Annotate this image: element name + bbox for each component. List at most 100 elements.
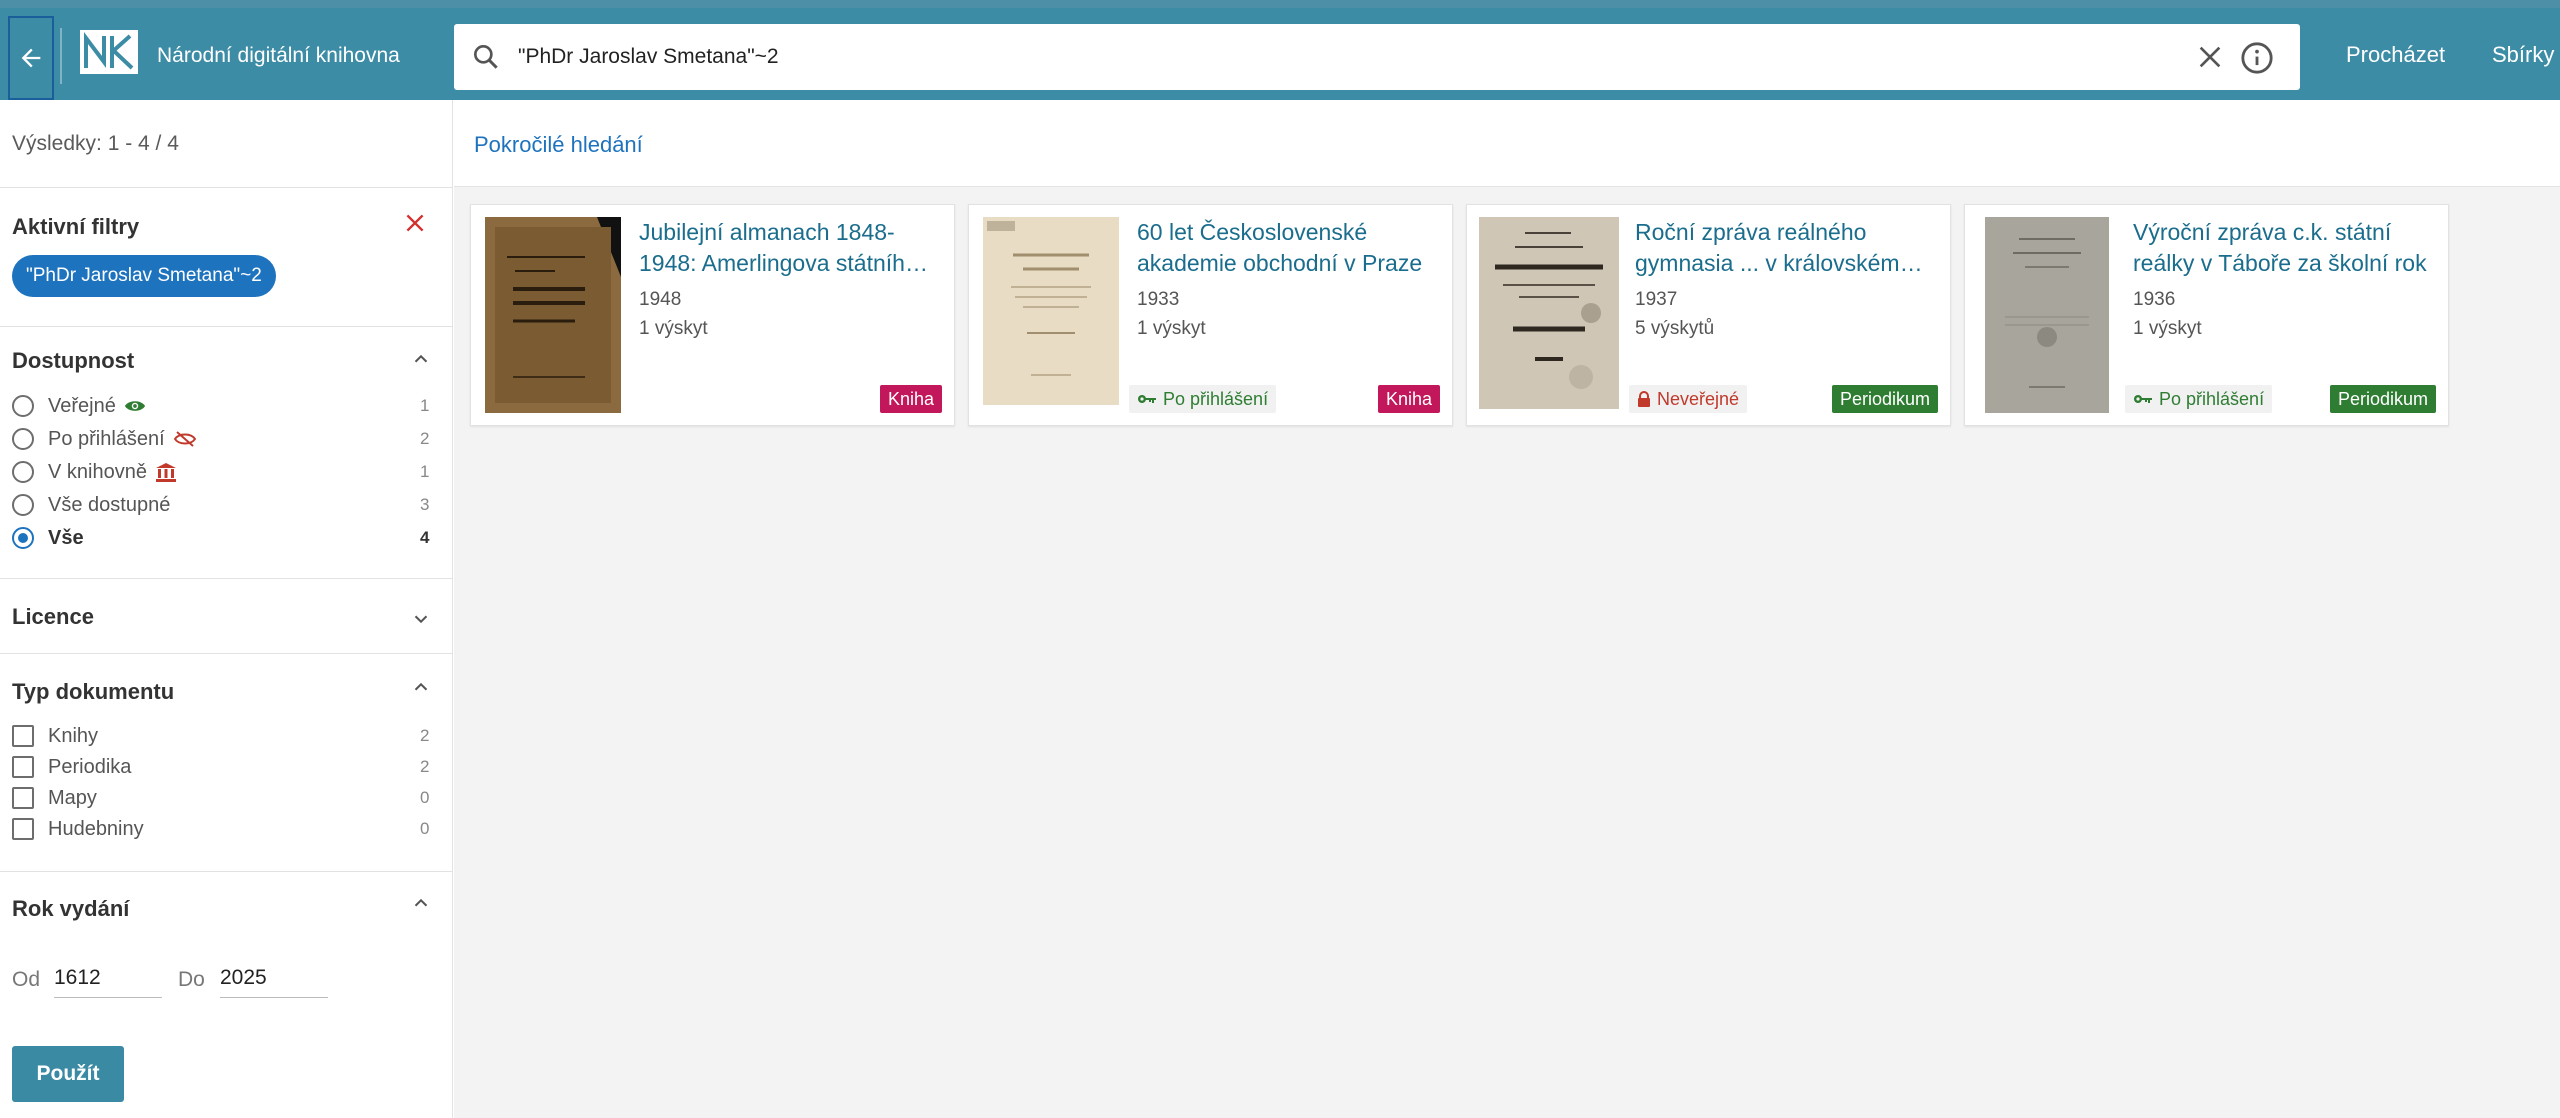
option-count: 1 [420,396,430,415]
back-button[interactable] [8,16,54,100]
ndk-logo[interactable] [80,30,138,74]
option-count: 2 [420,726,430,745]
book-cover-thumbnail [485,217,621,413]
arrow-left-icon [21,48,41,68]
year-from-label: Od [12,968,41,991]
chevron-down-icon[interactable] [410,608,432,630]
lock-icon [1638,391,1650,407]
result-card[interactable]: Jubilejní almanach 1848-1948: Amerlingov… [470,204,955,426]
divider [0,871,452,872]
chevron-up-icon[interactable] [410,892,432,914]
chevron-up-icon[interactable] [410,348,432,370]
doc-type-badge: Kniha [1377,385,1440,413]
access-status: Neveřejné [1629,385,1748,413]
doc-type-badge: Kniha [879,385,942,413]
availability-option-all[interactable]: Vše [12,524,84,552]
availability-option-login[interactable]: Po přihlášení [12,425,197,453]
active-filters-title: Aktivní filtry [12,214,140,239]
option-count: 3 [420,495,430,514]
key-icon [2134,395,2152,403]
option-count: 4 [420,528,430,547]
results-count: Výsledky: 1 - 4 / 4 [12,132,179,155]
option-count: 2 [420,429,430,448]
advanced-search-link[interactable]: Pokročilé hledání [474,132,643,158]
result-title[interactable]: Jubilejní almanach 1848-1948: Amerlingov… [639,217,939,279]
divider [0,653,452,654]
book-cover-thumbnail [983,217,1119,405]
results-toolbar: Pokročilé hledání [454,100,2560,187]
availability-title[interactable]: Dostupnost [12,348,134,374]
result-card[interactable]: Výroční zpráva c.k. státní reálky v Tábo… [1964,204,2449,426]
clear-filters-icon[interactable] [402,210,428,236]
access-status: Po přihlášení [1129,385,1277,413]
option-count: 0 [420,788,430,807]
result-hits: 1 výskyt [2133,318,2202,339]
nav-collections[interactable]: Sbírky [2492,42,2554,68]
doc-type-badge: Periodikum [2329,385,2436,413]
result-card[interactable]: Roční zpráva reálného gymnasia ... v krá… [1466,204,1951,426]
key-icon [1138,395,1156,403]
year-from-input[interactable] [54,958,162,998]
licence-title[interactable]: Licence [12,604,94,630]
result-hits: 1 výskyt [639,318,708,339]
logo-icon [82,32,136,72]
app-title[interactable]: Národní digitální knihovna [157,44,400,68]
header-divider [60,28,62,84]
search-icon [474,44,498,69]
divider [0,578,452,579]
book-cover-thumbnail [1985,217,2109,413]
option-count: 0 [420,819,430,838]
result-card[interactable]: 60 let Československé akademie obchodní … [968,204,1453,426]
year-to-label: Do [178,968,205,991]
result-year: 1937 [1635,289,1678,310]
access-status: Po přihlášení [2125,385,2273,413]
book-cover-thumbnail [1479,217,1619,409]
year-title[interactable]: Rok vydání [12,896,129,922]
radio-button[interactable] [12,461,34,483]
divider [0,187,452,188]
top-bar: Národní digitální knihovna Procházet Sbí… [0,0,2560,100]
result-hits: 1 výskyt [1137,318,1206,339]
availability-option-all-available[interactable]: Vše dostupné [12,491,170,519]
result-year: 1948 [639,289,682,310]
result-title[interactable]: 60 let Československé akademie obchodní … [1137,217,1437,279]
search-bar [454,24,2300,90]
results-area: Pokročilé hledání Jubilejní almanach 184… [454,100,2560,1118]
filter-sidebar: Výsledky: 1 - 4 / 4 Aktivní filtry "PhDr… [0,100,453,1118]
doc-type-option-books[interactable]: Knihy [12,722,98,750]
checkbox[interactable] [12,725,34,747]
eye-icon [124,398,146,414]
year-to-input[interactable] [220,958,328,998]
option-count: 1 [420,462,430,481]
radio-button[interactable] [12,494,34,516]
apply-button[interactable]: Použít [12,1046,124,1102]
availability-option-public[interactable]: Veřejné [12,392,146,420]
doc-type-badge: Periodikum [1831,385,1938,413]
doc-type-option-maps[interactable]: Mapy [12,784,97,812]
result-hits: 5 výskytů [1635,318,1715,339]
radio-button[interactable] [12,428,34,450]
radio-button-selected[interactable] [12,527,34,549]
eye-off-icon [173,430,197,448]
doc-type-option-music[interactable]: Hudebniny [12,815,144,843]
close-icon[interactable] [2194,41,2226,73]
doc-type-title[interactable]: Typ dokumentu [12,679,174,705]
info-icon[interactable] [2240,41,2274,75]
result-year: 1933 [1137,289,1180,310]
checkbox[interactable] [12,756,34,778]
checkbox[interactable] [12,787,34,809]
chevron-up-icon[interactable] [410,676,432,698]
result-title[interactable]: Roční zpráva reálného gymnasia ... v krá… [1635,217,1935,279]
result-title[interactable]: Výroční zpráva c.k. státní reálky v Tábo… [2133,217,2433,279]
radio-button[interactable] [12,395,34,417]
search-input[interactable] [518,34,2018,80]
result-year: 1936 [2133,289,2176,310]
active-filter-chip[interactable]: "PhDr Jaroslav Smetana"~2 [12,255,276,297]
checkbox[interactable] [12,818,34,840]
option-count: 2 [420,757,430,776]
library-icon [155,462,177,482]
divider [0,326,452,327]
availability-option-library[interactable]: V knihovně [12,458,177,486]
doc-type-option-periodicals[interactable]: Periodika [12,753,131,781]
nav-browse[interactable]: Procházet [2346,42,2445,68]
